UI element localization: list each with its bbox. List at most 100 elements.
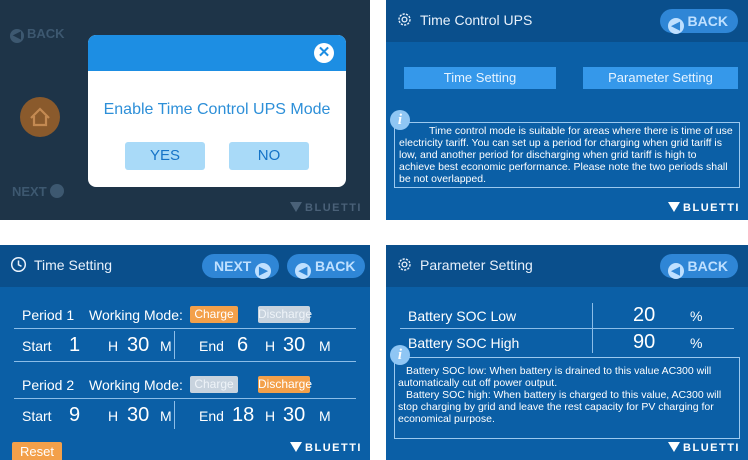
period-2-start-hour[interactable]: 9 (69, 404, 80, 427)
bluetti-logo: BLUETTI (668, 202, 740, 214)
info-icon: i (390, 345, 410, 365)
back-icon: ◀ (667, 18, 684, 34)
back-button[interactable]: ◀ BACK (287, 254, 366, 279)
info-text-line-1: Battery SOC low: When battery is drained… (398, 365, 712, 389)
gear-icon (398, 258, 411, 271)
back-button[interactable]: ◀ BACK (659, 254, 738, 279)
minute-unit: M (319, 408, 331, 424)
logo-mark-icon (668, 442, 681, 452)
dialog-header (88, 35, 346, 71)
next-icon: ▶ (255, 263, 272, 279)
logo-text: BLUETTI (305, 442, 362, 454)
divider (400, 328, 734, 329)
logo-text: BLUETTI (683, 442, 740, 454)
period-2-label: Period 2 (22, 377, 75, 393)
info-text-line-2: Battery SOC high: When battery is charge… (398, 389, 722, 425)
start-label: Start (22, 338, 52, 354)
divider (14, 361, 356, 362)
enable-ups-dialog-screen: ◀ BACK NEXT ✕ Enable Time Control UPS Mod… (0, 0, 370, 220)
parameter-setting-screen: Parameter Setting ◀ BACK Battery SOC Low … (386, 245, 748, 460)
time-setting-screen: Time Setting NEXT ▶ ◀ BACK Period 1 Workin… (0, 245, 370, 460)
side-next-label: NEXT (12, 184, 47, 199)
divider (14, 328, 356, 329)
header-bar: Parameter Setting ◀ BACK (386, 245, 748, 287)
logo-mark-icon (290, 202, 303, 212)
home-icon (30, 107, 50, 127)
info-box: Battery SOC low: When battery is drained… (394, 357, 740, 439)
logo-text: BLUETTI (683, 202, 740, 214)
side-next-button[interactable]: NEXT (12, 184, 64, 199)
info-text: Time control mode is suitable for areas … (399, 125, 735, 185)
period-1-start-minute[interactable]: 30 (127, 334, 149, 357)
period-2-end-hour[interactable]: 18 (232, 404, 254, 427)
soc-low-label: Battery SOC Low (408, 308, 517, 324)
percent-unit: % (690, 335, 703, 351)
end-label: End (199, 338, 224, 354)
dialog-message: Enable Time Control UPS Mode (103, 101, 331, 118)
start-label: Start (22, 408, 52, 424)
period-2-time-row: Start 9 H 30 M End 18 H 30 M (14, 403, 356, 429)
no-button[interactable]: NO (229, 142, 309, 170)
soc-high-row: Battery SOC High 90 % (400, 331, 734, 355)
yes-button[interactable]: YES (125, 142, 205, 170)
bluetti-logo: BLUETTI (290, 442, 362, 454)
back-icon: ◀ (10, 29, 24, 43)
back-icon: ◀ (295, 263, 311, 279)
back-icon: ◀ (667, 263, 684, 279)
hour-unit: H (265, 338, 276, 354)
soc-low-row: Battery SOC Low 20 % (400, 304, 734, 328)
info-text: Battery SOC low: When battery is drained… (398, 365, 736, 425)
minute-unit: M (160, 408, 172, 424)
period-2-charge-button[interactable]: Charge (190, 376, 238, 393)
logo-mark-icon (290, 442, 303, 452)
minute-unit: M (319, 338, 331, 354)
hour-unit: H (108, 408, 119, 424)
close-icon[interactable]: ✕ (314, 43, 334, 63)
back-label: BACK (687, 13, 728, 29)
period-2-end-minute[interactable]: 30 (283, 404, 305, 427)
soc-low-value[interactable]: 20 (633, 304, 655, 327)
next-icon (49, 184, 64, 198)
logo-mark-icon (668, 202, 681, 212)
bluetti-logo: BLUETTI (290, 202, 362, 214)
period-1-time-row: Start 1 H 30 M End 6 H 30 M (14, 333, 356, 359)
divider (174, 331, 175, 359)
next-button[interactable]: NEXT ▶ (202, 254, 280, 279)
period-1-end-minute[interactable]: 30 (283, 334, 305, 357)
hour-unit: H (265, 408, 276, 424)
soc-high-value[interactable]: 90 (633, 331, 655, 354)
hour-unit: H (108, 338, 119, 354)
next-label: NEXT (214, 258, 252, 274)
confirm-dialog: ✕ Enable Time Control UPS Mode YES NO (88, 35, 346, 187)
back-button[interactable]: ◀ BACK (659, 9, 738, 34)
soc-high-label: Battery SOC High (408, 335, 520, 351)
period-2-start-minute[interactable]: 30 (127, 404, 149, 427)
divider (14, 398, 356, 399)
gear-icon (398, 13, 411, 26)
period-1-start-hour[interactable]: 1 (69, 334, 80, 357)
info-box: Time control mode is suitable for areas … (394, 122, 740, 188)
page-title: Time Setting (34, 257, 113, 273)
logo-text: BLUETTI (305, 202, 362, 214)
page-title: Time Control UPS (420, 12, 533, 28)
working-mode-label: Working Mode: (89, 377, 183, 393)
info-icon: i (390, 110, 410, 130)
parameter-setting-button[interactable]: Parameter Setting (583, 67, 738, 89)
clock-icon (10, 256, 27, 273)
side-back-button[interactable]: ◀ BACK (10, 26, 65, 43)
back-label: BACK (687, 258, 728, 274)
working-mode-label: Working Mode: (89, 307, 183, 323)
period-1-end-hour[interactable]: 6 (237, 334, 248, 357)
period-1-charge-button[interactable]: Charge (190, 306, 238, 323)
end-label: End (199, 408, 224, 424)
period-1-label: Period 1 (22, 307, 75, 323)
percent-unit: % (690, 308, 703, 324)
home-button[interactable] (20, 97, 60, 137)
time-setting-button[interactable]: Time Setting (404, 67, 556, 89)
divider (592, 303, 593, 353)
back-label: BACK (315, 258, 356, 274)
period-2-discharge-button[interactable]: Discharge (258, 376, 312, 393)
reset-button[interactable]: Reset (12, 442, 62, 460)
period-1-discharge-button[interactable]: Discharge (258, 306, 312, 323)
side-back-label: BACK (27, 26, 65, 41)
